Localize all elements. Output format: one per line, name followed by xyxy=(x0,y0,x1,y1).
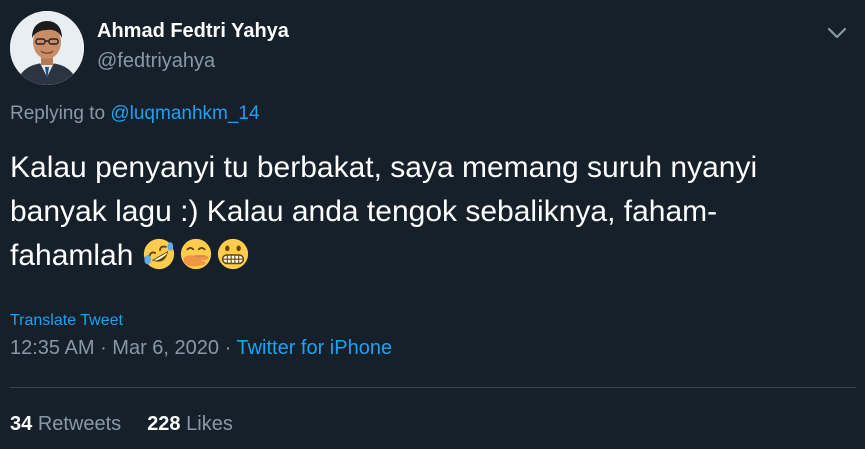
avatar[interactable] xyxy=(10,11,84,85)
replying-to: Replying to @luqmanhkm_14 xyxy=(10,103,260,125)
retweets-label: Retweets xyxy=(37,413,122,435)
replying-to-label: Replying to xyxy=(10,103,111,124)
divider xyxy=(10,387,856,388)
author-name[interactable]: Ahmad Fedtri Yahya xyxy=(97,20,289,43)
tweet-meta: 12:35 AM · Mar 6, 2020 · Twitter for iPh… xyxy=(10,337,392,360)
retweets-stat[interactable]: 34 Retweets xyxy=(10,413,121,435)
tweet-card: Ahmad Fedtri Yahya @fedtriyahya Replying… xyxy=(0,0,865,449)
tweet-date[interactable]: Mar 6, 2020 xyxy=(112,337,219,359)
likes-stat[interactable]: 228 Likes xyxy=(147,413,233,435)
reply-mention-link[interactable]: @luqmanhkm_14 xyxy=(110,103,259,124)
grimacing-face-icon xyxy=(217,238,248,270)
tweet-text-content: Kalau penyanyi tu berbakat, saya memang … xyxy=(10,151,758,272)
retweets-count: 34 xyxy=(10,413,33,435)
meta-separator-2: · xyxy=(219,337,237,359)
rolling-on-floor-laughing-icon xyxy=(143,238,174,270)
avatar-image xyxy=(10,11,84,85)
chevron-down-icon[interactable] xyxy=(826,26,848,40)
meta-separator: · xyxy=(94,337,113,359)
face-with-hand-over-mouth-icon xyxy=(180,238,211,270)
tweet-stats: 34 Retweets 228 Likes xyxy=(10,413,233,436)
tweet-time[interactable]: 12:35 AM xyxy=(10,337,95,359)
tweet-text: Kalau penyanyi tu berbakat, saya memang … xyxy=(10,146,830,278)
likes-count: 228 xyxy=(147,413,181,435)
translate-tweet-link[interactable]: Translate Tweet xyxy=(10,312,123,330)
likes-label: Likes xyxy=(186,413,233,435)
author-handle[interactable]: @fedtriyahya xyxy=(97,50,215,73)
tweet-source-link[interactable]: Twitter for iPhone xyxy=(236,337,392,359)
